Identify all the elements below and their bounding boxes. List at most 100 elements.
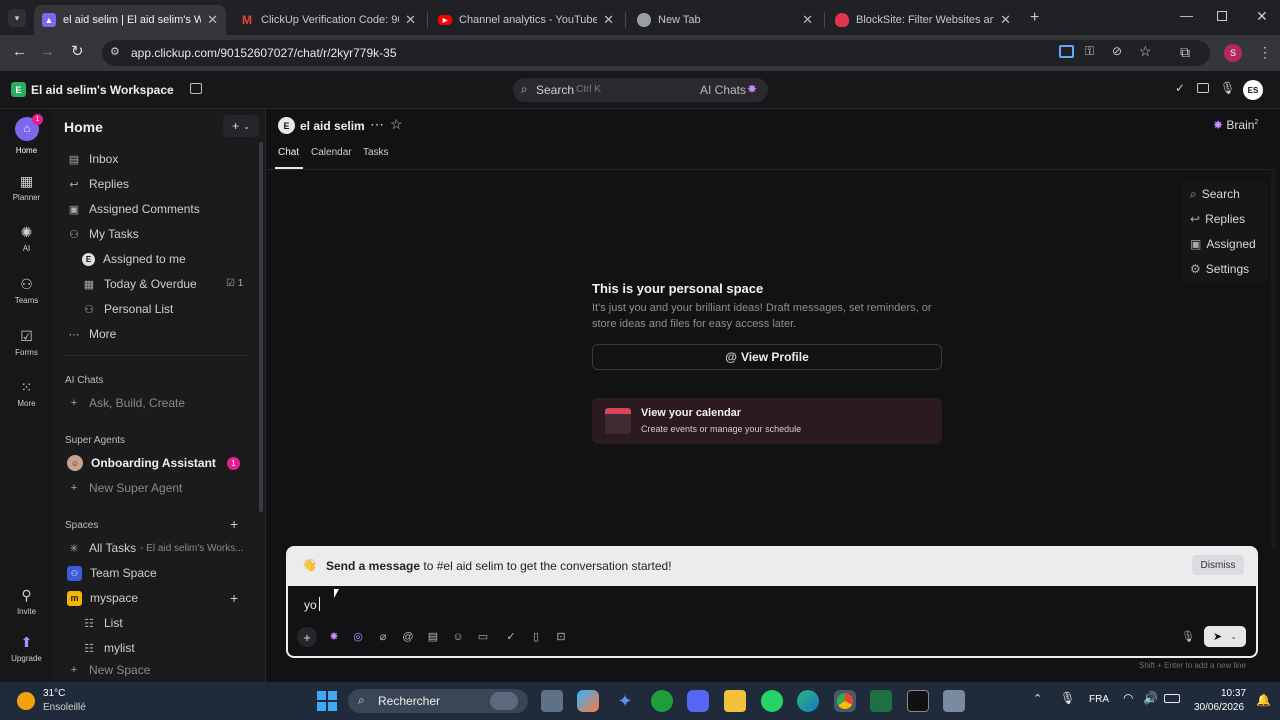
close-tab-icon[interactable]: ✕ bbox=[1000, 12, 1011, 28]
sidebar-add-button[interactable]: + ⌄ bbox=[223, 115, 259, 137]
side-menu-search[interactable]: ⌕ Search bbox=[1190, 187, 1240, 202]
extensions-icon[interactable]: ⧉ bbox=[1180, 44, 1190, 61]
windows-start-icon[interactable] bbox=[317, 691, 337, 711]
space-myspace[interactable]: m myspace bbox=[67, 587, 138, 609]
sidebar-item-inbox[interactable]: ▤ Inbox bbox=[67, 148, 119, 170]
rail-more[interactable]: ⁙ More bbox=[0, 379, 53, 408]
tab-calendar[interactable]: Calendar bbox=[311, 147, 352, 158]
bookmark-star-icon[interactable]: ☆ bbox=[1139, 43, 1152, 60]
rail-teams[interactable]: ⚇ Teams bbox=[0, 276, 53, 305]
password-key-icon[interactable]: ⚿ bbox=[1085, 44, 1094, 59]
snipping-tool-icon[interactable] bbox=[943, 690, 965, 712]
side-menu-assigned[interactable]: ▣ Assigned bbox=[1190, 237, 1256, 251]
side-menu-replies[interactable]: ↩ Replies bbox=[1190, 212, 1245, 226]
browser-tab-gmail[interactable]: M ClickUp Verification Code: 9039 ✕ bbox=[232, 5, 424, 35]
slash-command-icon[interactable]: ▤ bbox=[426, 630, 440, 644]
send-button[interactable]: ➤ ⌄ bbox=[1204, 626, 1246, 647]
task-view-icon[interactable] bbox=[541, 690, 563, 712]
video-clip-icon[interactable]: ▭ bbox=[476, 630, 490, 644]
sidebar-item-assigned-to-me[interactable]: E Assigned to me bbox=[82, 248, 186, 270]
language-indicator[interactable]: FRA bbox=[1089, 694, 1109, 705]
ai-chats-new[interactable]: + Ask, Build, Create bbox=[67, 392, 185, 414]
check-circle-icon[interactable]: ✓ bbox=[1175, 81, 1185, 95]
tray-microphone-icon[interactable]: 🎙 bbox=[1060, 691, 1075, 705]
battery-icon[interactable] bbox=[1164, 694, 1180, 703]
list-item-mylist[interactable]: ☷ mylist bbox=[82, 637, 135, 659]
browser-tab-blocksite[interactable]: BlockSite: Filter Websites and C ✕ bbox=[827, 5, 1019, 35]
sidebar-item-replies[interactable]: ↩ Replies bbox=[67, 173, 129, 195]
voice-input-icon[interactable]: 🎙 bbox=[1181, 630, 1195, 644]
close-tab-icon[interactable]: ✕ bbox=[207, 12, 218, 28]
user-avatar[interactable]: ES bbox=[1243, 80, 1263, 100]
tray-overflow-icon[interactable]: ⌃ bbox=[1033, 692, 1042, 705]
ai-brain-icon[interactable]: ✸ bbox=[327, 630, 341, 644]
workspace-name[interactable]: El aid selim's Workspace bbox=[31, 83, 174, 97]
rail-planner[interactable]: ▦ Planner bbox=[0, 173, 53, 202]
mention-icon[interactable]: @ bbox=[401, 630, 415, 644]
taskbar-search[interactable]: ⌕ Rechercher bbox=[348, 689, 528, 713]
url-text[interactable]: app.clickup.com/90152607027/chat/r/2kyr7… bbox=[131, 46, 397, 60]
view-profile-button[interactable]: @ View Profile bbox=[592, 344, 942, 370]
new-tab-icon[interactable]: + bbox=[1030, 9, 1039, 27]
edge-icon[interactable] bbox=[797, 690, 819, 712]
notification-bell-icon[interactable]: 🔔 bbox=[1256, 693, 1271, 707]
message-input[interactable]: yo bbox=[304, 598, 317, 612]
rail-upgrade[interactable]: ⬆ Upgrade bbox=[0, 634, 53, 663]
clock-time[interactable]: 10:37 bbox=[1221, 688, 1246, 699]
copilot-icon[interactable] bbox=[577, 690, 599, 712]
new-space[interactable]: + New Space bbox=[67, 663, 151, 677]
close-window-icon[interactable]: ✕ bbox=[1256, 8, 1268, 25]
browser-tab-clickup[interactable]: ▲ el aid selim | El aid selim's Work ✕ bbox=[34, 5, 226, 35]
restore-icon[interactable] bbox=[1217, 11, 1227, 21]
minimize-icon[interactable]: — bbox=[1180, 8, 1193, 23]
eye-off-icon[interactable]: ⊘ bbox=[1112, 44, 1122, 58]
list-item-list[interactable]: ☷ List bbox=[82, 612, 123, 634]
workspace-avatar[interactable]: E bbox=[11, 82, 26, 97]
doc-icon[interactable]: ▯ bbox=[529, 630, 543, 644]
ai-assist-icon[interactable]: ◎ bbox=[351, 630, 365, 644]
back-icon[interactable]: ← bbox=[12, 43, 27, 60]
sidebar-item-today-overdue[interactable]: ▦ Today & Overdue bbox=[82, 273, 197, 295]
whiteboard-icon[interactable]: ⊡ bbox=[554, 630, 568, 644]
onboarding-assistant-item[interactable]: ☺ Onboarding Assistant bbox=[67, 452, 216, 474]
sidebar-scrollbar[interactable] bbox=[259, 142, 263, 512]
capcut-icon[interactable] bbox=[907, 690, 929, 712]
file-explorer-icon[interactable] bbox=[724, 690, 746, 712]
ai-chats-label[interactable]: AI Chats bbox=[700, 83, 746, 97]
site-info-icon[interactable]: ⚙ bbox=[110, 45, 120, 58]
close-tab-icon[interactable]: ✕ bbox=[802, 12, 813, 28]
clock-date[interactable]: 30/06/2026 bbox=[1194, 702, 1244, 713]
discord-icon[interactable] bbox=[687, 690, 709, 712]
view-calendar-card[interactable]: View your calendar Create events or mana… bbox=[592, 398, 942, 444]
add-to-myspace-icon[interactable]: + bbox=[230, 590, 238, 606]
reload-icon[interactable]: ↻ bbox=[71, 42, 84, 60]
side-menu-settings[interactable]: ⚙ Settings bbox=[1190, 262, 1249, 276]
close-tab-icon[interactable]: ✕ bbox=[603, 12, 614, 28]
channel-options-icon[interactable]: ⋯ bbox=[370, 116, 384, 133]
rail-ai[interactable]: ✺ AI bbox=[0, 224, 53, 253]
calendar-shortcut-icon[interactable] bbox=[190, 83, 202, 94]
video-record-icon[interactable] bbox=[1197, 83, 1209, 93]
forward-icon[interactable]: → bbox=[40, 43, 55, 60]
sidebar-item-my-tasks[interactable]: ⚇ My Tasks bbox=[67, 223, 139, 245]
brain-button[interactable]: ✸ Brain2 bbox=[1213, 118, 1258, 132]
xbox-icon[interactable] bbox=[651, 690, 673, 712]
space-team-space[interactable]: ⚇ Team Space bbox=[67, 562, 157, 584]
tab-search-button[interactable]: ▾ bbox=[8, 9, 26, 27]
sidebar-item-assigned-comments[interactable]: ▣ Assigned Comments bbox=[67, 198, 200, 220]
dismiss-button[interactable]: Dismiss bbox=[1192, 555, 1244, 575]
channel-name[interactable]: el aid selim bbox=[300, 119, 365, 133]
rail-invite[interactable]: ⚲ Invite bbox=[0, 587, 53, 616]
main-scrollbar[interactable] bbox=[1271, 169, 1276, 549]
new-super-agent[interactable]: + New Super Agent bbox=[67, 477, 183, 499]
wifi-icon[interactable]: ◠ bbox=[1123, 691, 1133, 705]
tab-chat[interactable]: Chat bbox=[278, 147, 299, 158]
space-all-tasks[interactable]: ✳ All Tasks - El aid selim's Works... bbox=[67, 537, 243, 559]
chrome-taskbar-icon[interactable] bbox=[834, 690, 856, 712]
rail-forms[interactable]: ☑ Forms bbox=[0, 328, 53, 357]
weather-temperature[interactable]: 31°C bbox=[43, 688, 65, 699]
gemini-icon[interactable]: ✦ bbox=[614, 690, 636, 712]
microphone-icon[interactable]: 🎙 bbox=[1220, 81, 1235, 95]
address-bar[interactable]: ⚙ app.clickup.com/90152607027/chat/r/2ky… bbox=[102, 40, 1210, 66]
close-tab-icon[interactable]: ✕ bbox=[405, 12, 416, 28]
